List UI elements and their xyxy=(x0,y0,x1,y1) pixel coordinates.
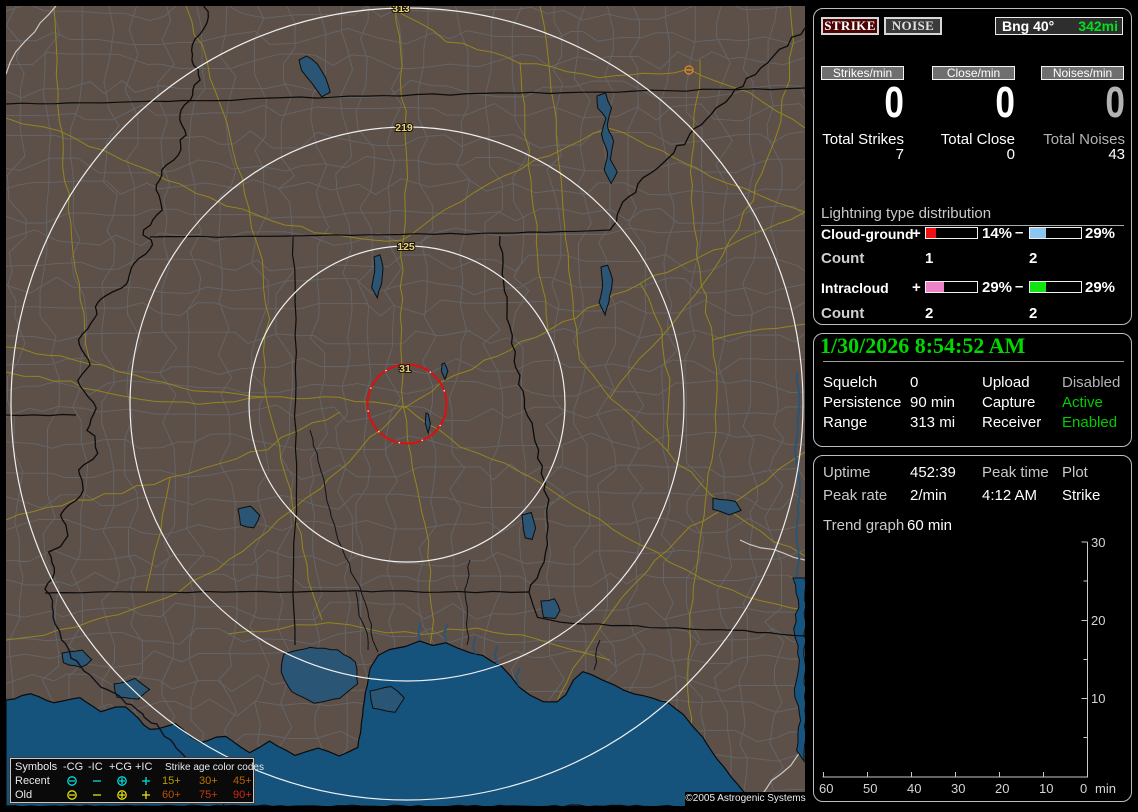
svg-text:313: 313 xyxy=(392,3,410,15)
svg-text:20: 20 xyxy=(995,781,1009,796)
svg-text:60: 60 xyxy=(819,781,833,796)
svg-text:20: 20 xyxy=(1091,613,1105,628)
svg-text:min: min xyxy=(1095,781,1116,796)
svg-text:125: 125 xyxy=(397,241,415,253)
svg-text:40: 40 xyxy=(907,781,921,796)
svg-text:30: 30 xyxy=(951,781,965,796)
svg-text:0: 0 xyxy=(1080,781,1087,796)
svg-text:50: 50 xyxy=(863,781,877,796)
svg-text:219: 219 xyxy=(395,122,413,134)
svg-text:10: 10 xyxy=(1039,781,1053,796)
svg-text:30: 30 xyxy=(1091,535,1105,550)
svg-text:31: 31 xyxy=(399,363,411,375)
svg-text:10: 10 xyxy=(1091,691,1105,706)
